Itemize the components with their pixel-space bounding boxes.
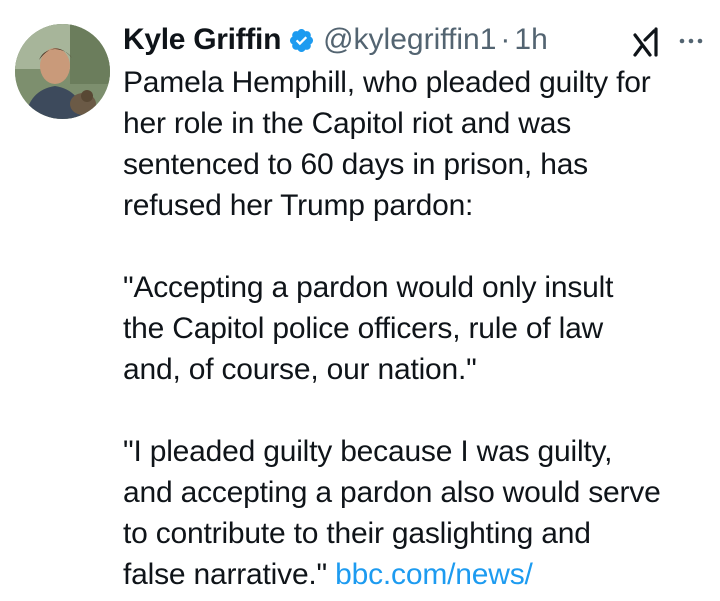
tweet-text: Pamela Hemphill, who pleaded guilty for … [123, 62, 713, 595]
paragraph-1: Pamela Hemphill, who pleaded guilty for … [123, 62, 713, 226]
text-line: false narrative." bbc.com/news/ [123, 554, 713, 595]
last-line-text: false narrative." [123, 558, 336, 591]
tweet-timestamp[interactable]: 1h [514, 23, 547, 57]
separator-dot: · [500, 23, 511, 56]
text-line: and, of course, our nation." [123, 353, 477, 386]
author-handle[interactable]: @kylegriffin1 [323, 23, 496, 57]
text-line: to contribute to their gaslighting and [123, 517, 591, 550]
text-line: her role in the Capitol riot and was [123, 107, 572, 140]
tweet[interactable]: Kyle Griffin @kylegriffin1 · 1h Pamela H… [0, 0, 720, 601]
text-line: Pamela Hemphill, who pleaded guilty for [123, 66, 651, 99]
author-name[interactable]: Kyle Griffin [123, 23, 281, 57]
author-avatar[interactable] [15, 24, 110, 119]
more-options-icon[interactable] [678, 34, 704, 48]
verified-badge-icon[interactable] [288, 27, 315, 54]
text-line: "Accepting a pardon would only insult [123, 271, 614, 304]
text-line: "I pleaded guilty because I was guilty, [123, 435, 613, 468]
text-line: the Capitol police officers, rule of law [123, 312, 604, 345]
text-line: sentenced to 60 days in prison, has [123, 148, 588, 181]
paragraph-3: "I pleaded guilty because I was guilty, … [123, 431, 713, 595]
text-line: refused her Trump pardon: [123, 189, 474, 222]
avatar-photo [15, 24, 110, 119]
article-link[interactable]: bbc.com/news/ [335, 558, 533, 591]
text-line: and accepting a pardon also would serve [123, 476, 661, 509]
tweet-header: Kyle Griffin @kylegriffin1 · 1h [123, 20, 548, 60]
paragraph-2: "Accepting a pardon would only insult th… [123, 267, 713, 390]
grok-icon[interactable] [630, 25, 664, 59]
